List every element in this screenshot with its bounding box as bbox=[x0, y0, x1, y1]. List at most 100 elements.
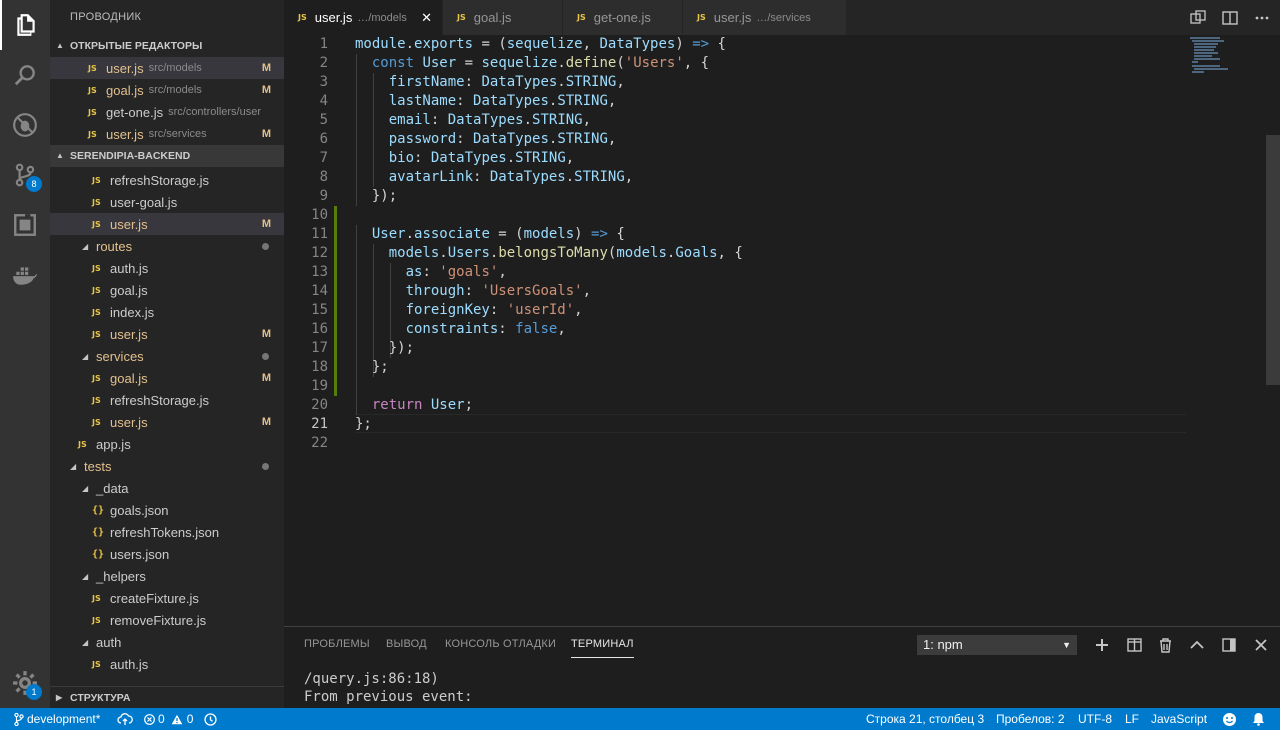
tree-folder[interactable]: ◢ _data bbox=[50, 477, 284, 499]
scrollbar-thumb[interactable] bbox=[1266, 135, 1280, 385]
tree-file[interactable]: JS user.js M bbox=[50, 323, 284, 345]
open-editor-item[interactable]: JS goal.js src/models M bbox=[50, 79, 284, 101]
js-file-icon: JS bbox=[88, 85, 97, 95]
json-file-icon: {} bbox=[92, 526, 105, 538]
terminal-line: From previous event: bbox=[304, 689, 473, 705]
open-editor-item[interactable]: JS get-one.js src/controllers/user bbox=[50, 101, 284, 123]
tree-file[interactable]: JS auth.js bbox=[50, 257, 284, 279]
tree-file[interactable]: {} refreshTokens.json bbox=[50, 521, 284, 543]
tree-file[interactable]: {} users.json bbox=[50, 543, 284, 565]
line-number: 6 bbox=[319, 131, 328, 147]
js-file-icon: JS bbox=[92, 615, 101, 625]
settings-badge: 1 bbox=[26, 684, 42, 700]
more-actions-icon[interactable] bbox=[1246, 0, 1278, 35]
folder-name: _data bbox=[96, 480, 129, 496]
tree-file[interactable]: JS refreshStorage.js bbox=[50, 169, 284, 191]
split-terminal-icon[interactable] bbox=[1124, 635, 1144, 655]
branch-indicator[interactable]: development* bbox=[14, 708, 100, 730]
open-editor-item[interactable]: JS user.js src/models M bbox=[50, 57, 284, 79]
tree-folder[interactable]: ◢ routes bbox=[50, 235, 284, 257]
tree-file[interactable]: JS auth.js bbox=[50, 653, 284, 675]
tok: return bbox=[371, 397, 423, 413]
tab-debug-console[interactable]: КОНСОЛЬ ОТЛАДКИ bbox=[445, 627, 556, 662]
tree-file[interactable]: JS user-goal.js bbox=[50, 191, 284, 213]
open-editors-header[interactable]: ▲ ОТКРЫТЫЕ РЕДАКТОРЫ bbox=[50, 35, 284, 57]
files-icon[interactable] bbox=[0, 0, 50, 50]
tree-file[interactable]: JS user.js M bbox=[50, 411, 284, 433]
source-control-icon[interactable]: 8 bbox=[0, 150, 50, 200]
js-file-icon: JS bbox=[92, 175, 101, 185]
structure-section[interactable]: ▶ СТРУКТУРА bbox=[50, 686, 284, 708]
structure-header[interactable]: ▶ СТРУКТУРА bbox=[50, 687, 284, 708]
tab-user-models[interactable]: JS user.js …/models ✕ bbox=[284, 0, 442, 35]
folder-expanded-icon: ◢ bbox=[82, 241, 89, 251]
tab-user-services[interactable]: JS user.js …/services bbox=[683, 0, 846, 35]
docker-icon[interactable] bbox=[0, 250, 50, 300]
sync-icon[interactable] bbox=[117, 708, 133, 730]
code-editor[interactable]: 1 2 3 4 5 6 7 8 9 10 11 12 13 14 15 16 17 18 19 20 21 22 modu… bbox=[284, 35, 1280, 626]
project-header[interactable]: ▲ SERENDIPIA-BACKEND bbox=[50, 145, 284, 167]
tok: associate bbox=[414, 226, 490, 242]
js-file-icon: JS bbox=[697, 13, 706, 22]
search-icon[interactable] bbox=[0, 50, 50, 100]
new-terminal-icon[interactable] bbox=[1092, 635, 1112, 655]
code-line-9: }); bbox=[355, 188, 398, 204]
tree-folder[interactable]: ◢ _helpers bbox=[50, 565, 284, 587]
collapse-icon: ▲ bbox=[56, 151, 64, 160]
minimap[interactable] bbox=[1188, 35, 1268, 626]
tok: DataTypes bbox=[473, 93, 549, 109]
problems-indicator[interactable]: 0 0 bbox=[144, 708, 193, 730]
tree-file[interactable]: JS index.js bbox=[50, 301, 284, 323]
tab-goal[interactable]: JS goal.js bbox=[443, 0, 562, 35]
language-mode[interactable]: JavaScript bbox=[1151, 708, 1207, 730]
split-editor-icon[interactable] bbox=[1214, 0, 1246, 35]
open-changes-icon[interactable] bbox=[1182, 0, 1214, 35]
folder-expanded-icon: ◢ bbox=[82, 571, 89, 581]
close-panel-icon[interactable] bbox=[1251, 635, 1271, 655]
tab-output[interactable]: ВЫВОД bbox=[386, 627, 427, 662]
tree-file[interactable]: {} goals.json bbox=[50, 499, 284, 521]
error-icon bbox=[144, 713, 155, 725]
trash-icon[interactable] bbox=[1155, 635, 1175, 655]
terminal-select[interactable]: 1: npm ▼ bbox=[917, 635, 1077, 655]
clock-icon[interactable] bbox=[204, 708, 217, 730]
tok: sequelize bbox=[481, 55, 558, 71]
tab-terminal[interactable]: ТЕРМИНАЛ bbox=[571, 627, 634, 662]
tok: DataTypes bbox=[481, 74, 558, 90]
encoding[interactable]: UTF-8 bbox=[1078, 708, 1112, 730]
open-editor-item[interactable]: JS user.js src/services M bbox=[50, 123, 284, 145]
tree-folder[interactable]: ◢ services bbox=[50, 345, 284, 367]
tree-file[interactable]: JS createFixture.js bbox=[50, 587, 284, 609]
tok: . bbox=[439, 245, 448, 261]
maximize-panel-icon[interactable] bbox=[1187, 635, 1207, 655]
tok: . bbox=[557, 74, 566, 90]
tab-problems[interactable]: ПРОБЛЕМЫ bbox=[304, 627, 370, 662]
tok bbox=[355, 55, 372, 71]
line-ending[interactable]: LF bbox=[1125, 708, 1139, 730]
notifications-bell-icon[interactable] bbox=[1252, 708, 1265, 730]
tab-get-one[interactable]: JS get-one.js bbox=[563, 0, 682, 35]
tree-file[interactable]: JS user.js M bbox=[50, 213, 284, 235]
js-file-icon: JS bbox=[92, 219, 101, 229]
js-file-icon: JS bbox=[577, 13, 586, 22]
close-icon[interactable]: ✕ bbox=[421, 10, 432, 26]
tree-folder[interactable]: ◢ tests bbox=[50, 455, 284, 477]
tree-folder[interactable]: ◢ auth bbox=[50, 631, 284, 653]
settings-icon[interactable]: 1 bbox=[0, 658, 50, 708]
tree-file[interactable]: JS goal.js bbox=[50, 279, 284, 301]
panel-position-icon[interactable] bbox=[1219, 635, 1239, 655]
cursor-position[interactable]: Строка 21, столбец 3 bbox=[866, 708, 984, 730]
extensions-icon[interactable] bbox=[0, 200, 50, 250]
tree-file[interactable]: JS app.js bbox=[50, 433, 284, 455]
file-name: users.json bbox=[110, 546, 170, 562]
tree-file[interactable]: JS goal.js M bbox=[50, 367, 284, 389]
tok bbox=[355, 169, 389, 185]
feedback-smiley-icon[interactable] bbox=[1222, 708, 1237, 730]
tok: Users bbox=[447, 245, 490, 261]
tree-file[interactable]: JS refreshStorage.js bbox=[50, 389, 284, 411]
indentation[interactable]: Пробелов: 2 bbox=[996, 708, 1065, 730]
line-number: 20 bbox=[311, 397, 328, 413]
editor-scrollbar[interactable] bbox=[1266, 35, 1280, 626]
tree-file[interactable]: JS removeFixture.js bbox=[50, 609, 284, 631]
debug-icon[interactable] bbox=[0, 100, 50, 150]
